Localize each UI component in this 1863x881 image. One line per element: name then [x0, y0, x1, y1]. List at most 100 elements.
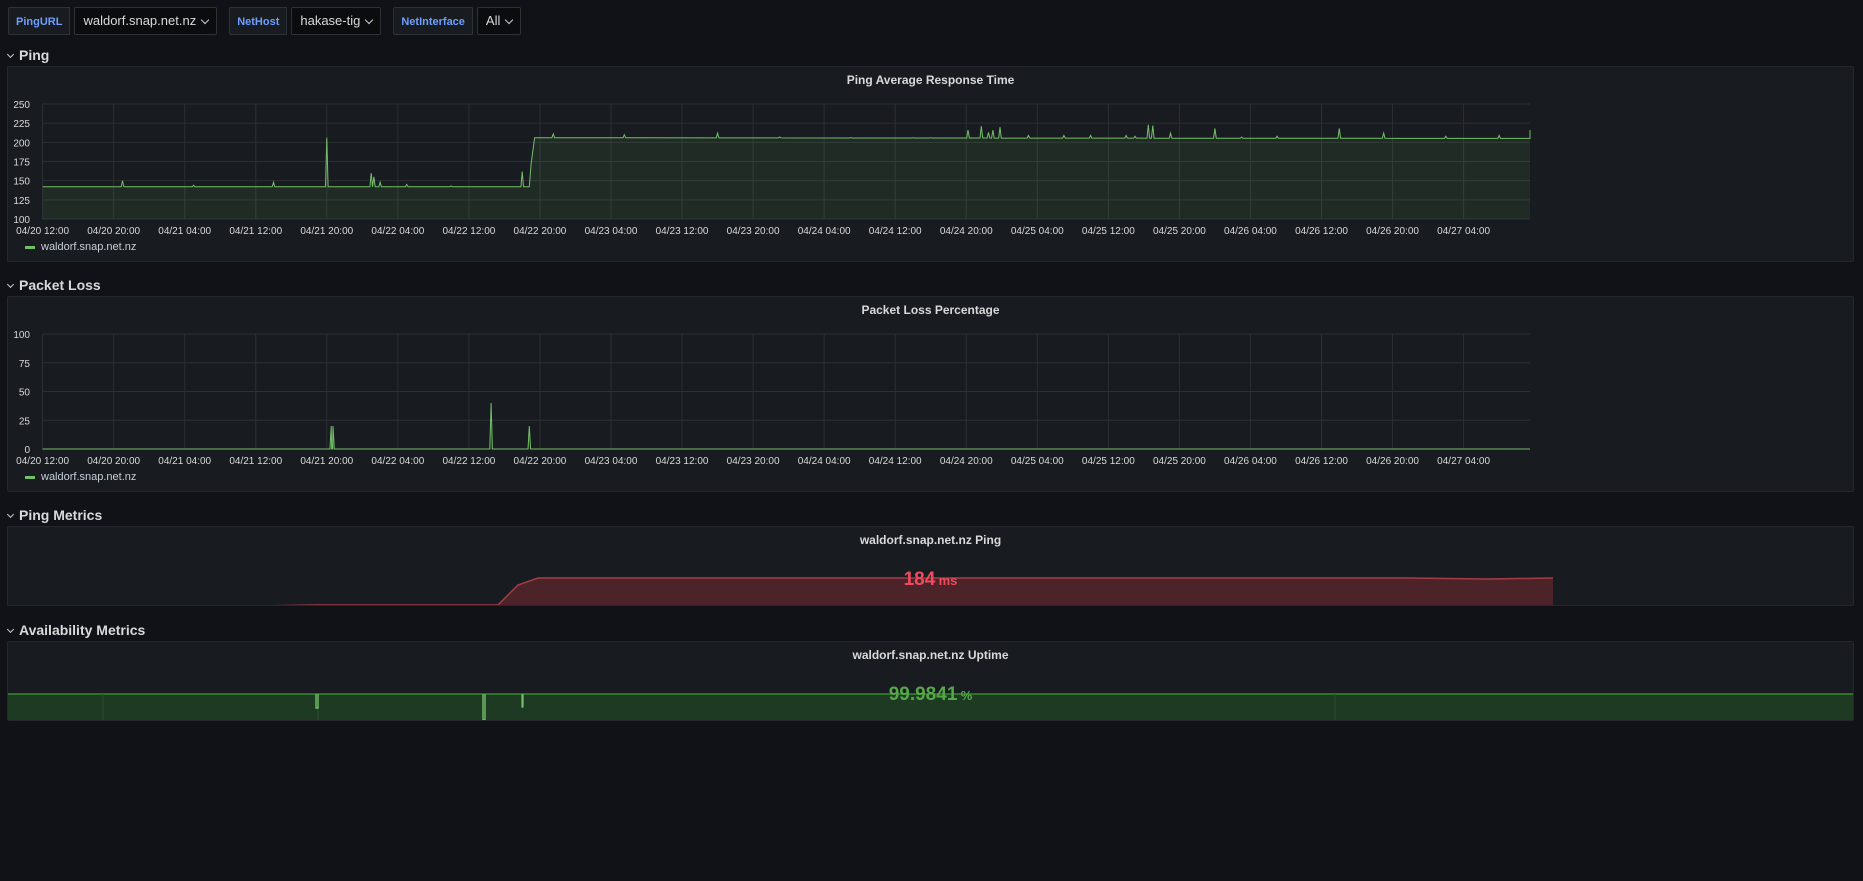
packet-loss-x-tick: 04/23 04:00 — [585, 456, 638, 467]
ping-avg-x-tick: 04/25 20:00 — [1153, 226, 1206, 237]
ping-avg-x-tick: 04/22 04:00 — [371, 226, 424, 237]
uptime-stat-panel: waldorf.snap.net.nz Uptime 99.9841 % — [7, 641, 1854, 721]
packet-loss-x-tick: 04/26 20:00 — [1366, 456, 1419, 467]
ping-avg-x-tick: 04/27 04:00 — [1437, 226, 1490, 237]
packet-loss-x-tick: 04/22 04:00 — [371, 456, 424, 467]
ping-avg-x-tick: 04/20 12:00 — [16, 226, 69, 237]
var-netinterface-label: NetInterface — [393, 7, 473, 35]
ping-avg-x-tick: 04/21 04:00 — [158, 226, 211, 237]
packet-loss-x-tick: 04/23 20:00 — [727, 456, 780, 467]
var-nethost-label: NetHost — [229, 7, 288, 35]
packet-loss-x-tick: 04/24 04:00 — [798, 456, 851, 467]
packet-loss-x-tick: 04/26 04:00 — [1224, 456, 1277, 467]
var-netinterface: NetInterface All — [393, 7, 522, 35]
ping-avg-y-tick: 150 — [13, 177, 30, 188]
ping-avg-x-tick: 04/24 12:00 — [869, 226, 922, 237]
ping-stat-panel: waldorf.snap.net.nz Ping 184 ms — [7, 526, 1854, 606]
row-packet-loss-header[interactable]: Packet Loss — [6, 277, 101, 293]
packet-loss-x-tick: 04/20 20:00 — [87, 456, 140, 467]
chevron-down-icon — [6, 510, 15, 518]
packet-loss-x-tick: 04/21 20:00 — [300, 456, 353, 467]
ping-avg-x-tick: 04/25 04:00 — [1011, 226, 1064, 237]
row-availability-header[interactable]: Availability Metrics — [6, 622, 146, 638]
chevron-down-icon — [505, 15, 514, 24]
var-nethost: NetHost hakase-tig — [229, 7, 382, 35]
ping-avg-y-tick: 250 — [13, 100, 30, 111]
var-pingurl-value: waldorf.snap.net.nz — [83, 13, 197, 28]
ping-avg-x-tick: 04/24 20:00 — [940, 226, 993, 237]
ping-avg-y-tick: 200 — [13, 138, 30, 149]
ping-avg-x-tick: 04/21 20:00 — [300, 226, 353, 237]
packet-loss-x-tick: 04/22 12:00 — [442, 456, 495, 467]
var-nethost-select[interactable]: hakase-tig — [291, 7, 382, 35]
row-ping-title: Ping — [19, 47, 50, 63]
row-packet-loss-title: Packet Loss — [19, 277, 101, 293]
row-ping-header[interactable]: Ping — [6, 47, 50, 63]
chevron-down-icon — [365, 15, 374, 24]
row-ping-metrics-title: Ping Metrics — [19, 507, 103, 523]
ping-avg-y-tick: 175 — [13, 158, 30, 169]
packet-loss-x-tick: 04/26 12:00 — [1295, 456, 1348, 467]
packet-loss-chart: 0 25 50 75 100 04/20 12:00 04/20 20:00 04/21 04… — [13, 330, 1531, 467]
chevron-down-icon — [6, 625, 15, 633]
packet-loss-y-tick: 25 — [19, 416, 31, 427]
ping-stat-value: 184 ms — [8, 569, 1853, 591]
packet-loss-x-tick: 04/21 04:00 — [158, 456, 211, 467]
chevron-down-icon — [6, 280, 15, 288]
ping-avg-x-tick: 04/21 12:00 — [229, 226, 282, 237]
ping-stat-title[interactable]: waldorf.snap.net.nz Ping — [8, 533, 1853, 547]
packet-loss-x-tick: 04/24 12:00 — [869, 456, 922, 467]
var-pingurl-select[interactable]: waldorf.snap.net.nz — [74, 7, 218, 35]
var-netinterface-select[interactable]: All — [476, 7, 522, 35]
packet-loss-y-tick: 75 — [19, 359, 31, 370]
uptime-stat-title[interactable]: waldorf.snap.net.nz Uptime — [8, 648, 1853, 662]
packet-loss-series-area — [42, 403, 1531, 449]
ping-avg-y-tick: 225 — [13, 119, 30, 130]
var-pingurl: PingURL waldorf.snap.net.nz — [8, 7, 218, 35]
ping-avg-x-tick: 04/26 12:00 — [1295, 226, 1348, 237]
packet-loss-legend-label: waldorf.snap.net.nz — [41, 471, 137, 483]
var-netinterface-value: All — [485, 13, 501, 28]
row-ping-metrics-header[interactable]: Ping Metrics — [6, 507, 103, 523]
packet-loss-y-tick: 0 — [24, 445, 30, 456]
packet-loss-x-tick: 04/25 12:00 — [1082, 456, 1135, 467]
ping-avg-x-tick: 04/23 04:00 — [585, 226, 638, 237]
chevron-down-icon — [6, 50, 15, 58]
ping-avg-x-tick: 04/25 12:00 — [1082, 226, 1135, 237]
ping-avg-y-tick: 125 — [13, 196, 30, 207]
packet-loss-y-tick: 50 — [19, 388, 31, 399]
packet-loss-x-tick: 04/24 20:00 — [940, 456, 993, 467]
var-pingurl-label: PingURL — [8, 7, 71, 35]
ping-stat-unit: ms — [938, 573, 958, 588]
ping-avg-series-area — [42, 124, 1531, 219]
packet-loss-series-line — [42, 402, 1530, 450]
row-availability-title: Availability Metrics — [19, 622, 146, 638]
ping-avg-x-tick: 04/24 04:00 — [798, 226, 851, 237]
uptime-stat-unit: % — [960, 688, 973, 703]
packet-loss-legend[interactable]: waldorf.snap.net.nz — [25, 471, 136, 483]
packet-loss-x-tick: 04/21 12:00 — [229, 456, 282, 467]
packet-loss-x-tick: 04/23 12:00 — [656, 456, 709, 467]
ping-avg-x-tick: 04/26 04:00 — [1224, 226, 1277, 237]
ping-stat-number: 184 — [903, 569, 936, 590]
ping-avg-x-tick: 04/23 20:00 — [727, 226, 780, 237]
packet-loss-x-tick: 04/22 20:00 — [514, 456, 567, 467]
ping-avg-panel: Ping Average Response Time 100 125 150 175 2… — [7, 66, 1854, 262]
ping-avg-y-tick: 100 — [13, 215, 30, 226]
packet-loss-panel: Packet Loss Percentage 0 25 50 75 100 04/20 1… — [7, 296, 1854, 492]
packet-loss-x-tick: 04/20 12:00 — [16, 456, 69, 467]
packet-loss-x-tick: 04/27 04:00 — [1437, 456, 1490, 467]
uptime-stat-number: 99.9841 — [888, 684, 958, 705]
packet-loss-y-tick: 100 — [13, 330, 30, 341]
ping-avg-legend-label: waldorf.snap.net.nz — [41, 241, 137, 253]
uptime-stat-value: 99.9841 % — [8, 684, 1853, 706]
legend-swatch — [25, 245, 35, 249]
var-nethost-value: hakase-tig — [300, 13, 361, 28]
ping-avg-x-tick: 04/22 12:00 — [442, 226, 495, 237]
ping-avg-x-tick: 04/23 12:00 — [656, 226, 709, 237]
ping-avg-x-tick: 04/20 20:00 — [87, 226, 140, 237]
ping-avg-chart: 100 125 150 175 200 225 250 04/20 12:00 04/20 20… — [13, 100, 1531, 237]
ping-avg-legend[interactable]: waldorf.snap.net.nz — [25, 241, 136, 253]
variable-bar: PingURL waldorf.snap.net.nz NetHost haka… — [8, 7, 533, 35]
packet-loss-x-tick: 04/25 04:00 — [1011, 456, 1064, 467]
